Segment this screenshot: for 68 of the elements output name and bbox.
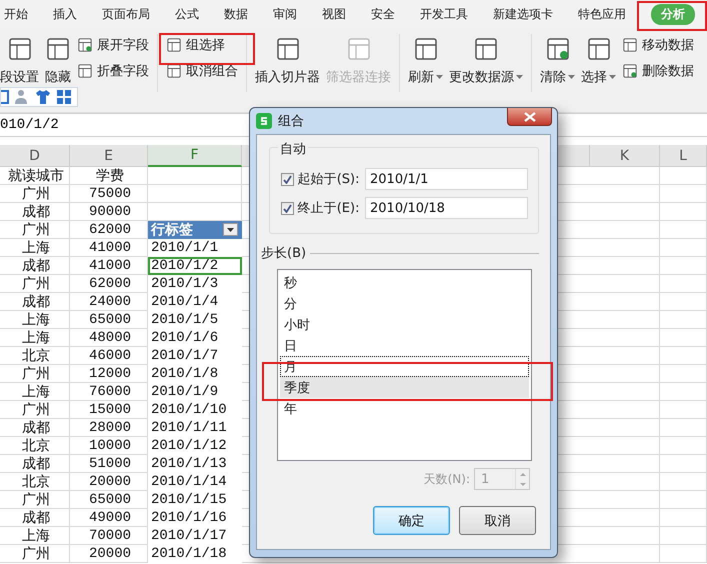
ribbon-button[interactable]: 段设置 <box>0 34 39 86</box>
list-item[interactable]: 季度 <box>280 377 529 398</box>
table-cell: 上海 <box>0 527 70 545</box>
table-cell: 学费 <box>70 167 148 185</box>
ribbon-button[interactable]: 隐藏 <box>45 34 71 86</box>
input-field[interactable]: 2010/1/1 <box>365 168 528 190</box>
ribbon-button[interactable]: 展开字段 <box>77 36 149 54</box>
pivot-header[interactable]: 行标签 <box>148 221 242 239</box>
table-cell: 广州 <box>0 365 70 383</box>
ribbon-button[interactable]: 折叠字段 <box>77 62 149 80</box>
table-cell: 成都 <box>0 203 70 221</box>
table-cell: 上海 <box>0 311 70 329</box>
table-cell: 广州 <box>0 545 70 563</box>
table-cell: 北京 <box>0 437 70 455</box>
menu-tab[interactable]: 页面布局 <box>102 4 150 24</box>
table-cell: 广州 <box>0 221 70 239</box>
dialog-title: 组合 <box>278 113 304 130</box>
menu-tab[interactable]: 数据 <box>224 4 248 24</box>
table-cell: 成都 <box>0 293 70 311</box>
column-header[interactable]: L <box>660 145 707 167</box>
menu-tab[interactable]: 特色应用 <box>578 4 626 24</box>
ribbon-button[interactable]: 删除数据 <box>622 62 694 80</box>
table-cell: 上海 <box>0 329 70 347</box>
ribbon-button[interactable]: 取消组合 <box>166 62 238 80</box>
table-cell: 上海 <box>0 383 70 401</box>
table-cell: 广州 <box>0 491 70 509</box>
ribbon-button[interactable]: 选择 <box>581 34 616 86</box>
cancel-button[interactable]: 取消 <box>459 506 536 535</box>
menu-tab[interactable]: 安全 <box>371 4 395 24</box>
ribbon-button[interactable]: 组选择 <box>166 36 238 54</box>
input-field[interactable]: 2010/10/18 <box>365 197 528 219</box>
table-cell: 成都 <box>0 455 70 473</box>
table-cell: 成都 <box>0 509 70 527</box>
field-label: 天数(N): <box>424 470 470 488</box>
column-header[interactable]: E <box>70 145 148 167</box>
table-cell: 北京 <box>0 473 70 491</box>
table-cell: 90000 <box>70 203 148 221</box>
menu-tab[interactable]: 新建选项卡 <box>493 4 553 24</box>
column-header[interactable]: D <box>0 145 70 167</box>
field-label: 终止于(E): <box>298 200 360 217</box>
table-cell: 就读城市 <box>0 167 70 185</box>
menu-tab[interactable]: 视图 <box>322 4 346 24</box>
column-header[interactable]: K <box>590 145 660 167</box>
ribbon-button[interactable]: 清除 <box>540 34 575 86</box>
table-cell: 广州 <box>0 185 70 203</box>
ribbon-button[interactable]: 插入切片器 <box>255 34 320 86</box>
table-cell: 75000 <box>70 185 148 203</box>
menu-tab[interactable]: 开始 <box>4 4 28 24</box>
ribbon-button[interactable]: 移动数据 <box>622 36 694 54</box>
section-title: 步长(B) <box>261 245 306 262</box>
table-cell: 广州 <box>0 275 70 293</box>
table-cell: 上海 <box>0 239 70 257</box>
ribbon-button[interactable]: 刷新 <box>408 34 443 86</box>
group-title: 自动 <box>278 140 308 158</box>
menu-tab[interactable]: 审阅 <box>273 4 297 24</box>
field-label: 起始于(S): <box>298 171 360 188</box>
formula-text: 010/1/2 <box>0 117 59 133</box>
ok-button[interactable]: 确定 <box>373 506 450 535</box>
table-cell: 广州 <box>0 401 70 419</box>
column-header[interactable]: F <box>148 145 242 167</box>
table-cell: 北京 <box>0 347 70 365</box>
menu-tab[interactable]: 公式 <box>175 4 199 24</box>
table-cell: 成都 <box>0 257 70 275</box>
menu-tab[interactable]: 开发工具 <box>420 4 468 24</box>
ribbon-button[interactable]: 更改数据源 <box>449 34 523 86</box>
table-cell: 成都 <box>0 419 70 437</box>
table-cell[interactable]: 2010/1/2 <box>148 257 242 275</box>
menu-tab[interactable]: 插入 <box>53 4 77 24</box>
